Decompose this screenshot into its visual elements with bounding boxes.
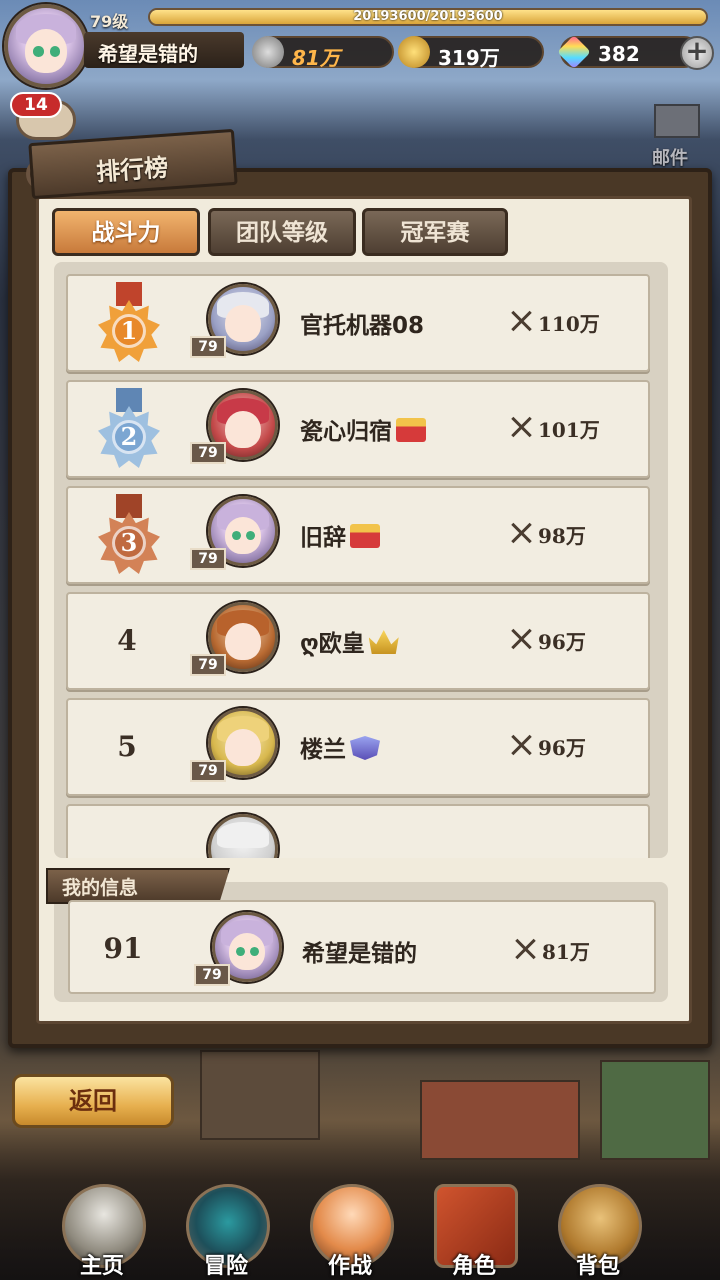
gem-stat: 382 bbox=[557, 35, 700, 69]
power-value: 110万 bbox=[538, 312, 600, 336]
rank-number: 4 bbox=[117, 624, 137, 657]
back-button[interactable]: 返回 bbox=[12, 1074, 174, 1128]
my-rank-number: 91 bbox=[103, 932, 143, 965]
nav-backpack[interactable]: 背包 bbox=[536, 1166, 660, 1280]
mail-button[interactable]: 邮件 bbox=[646, 96, 710, 169]
gold-crown-icon bbox=[368, 630, 399, 654]
gold-coin-icon bbox=[398, 36, 430, 68]
my-name: 希望是错的 bbox=[302, 941, 417, 967]
power-value: 81万 bbox=[292, 46, 340, 70]
nav-home[interactable]: 主页 bbox=[40, 1166, 164, 1280]
gold-stat: 319万 bbox=[398, 36, 544, 70]
purple-crest-icon bbox=[350, 736, 380, 760]
nav-battle[interactable]: 作战 bbox=[288, 1166, 412, 1280]
power-value: 101万 bbox=[538, 418, 600, 442]
crossed-swords-icon bbox=[508, 308, 534, 334]
player-name: ღ欧皇 bbox=[300, 624, 399, 658]
panel-title: 排行榜 bbox=[95, 153, 170, 187]
player-name: 瓷心归宿 bbox=[300, 412, 426, 446]
player-name: 旧辞 bbox=[300, 518, 380, 552]
tab-power[interactable]: 战斗力 bbox=[52, 208, 200, 256]
nav-character[interactable]: 角色 bbox=[412, 1166, 536, 1280]
level-badge: 79 bbox=[190, 336, 226, 358]
exp-bar: 20193600/20193600 bbox=[148, 8, 708, 26]
level-badge: 79 bbox=[190, 548, 226, 570]
bronze-medal-icon: 3 bbox=[94, 494, 164, 580]
ranking-row[interactable]: 4 79 ღ欧皇 96万 bbox=[66, 592, 650, 690]
exp-text: 20193600/20193600 bbox=[353, 9, 503, 24]
crossed-swords-icon bbox=[508, 732, 534, 758]
chat-unread-badge: 14 bbox=[10, 92, 62, 118]
level-badge: 79 bbox=[190, 760, 226, 782]
red-crown-icon bbox=[396, 418, 426, 442]
crossed-swords-icon bbox=[508, 414, 534, 440]
gem-value: 382 bbox=[598, 42, 640, 66]
player-name: 希望是错的 bbox=[98, 42, 198, 66]
tab-team-level[interactable]: 团队等级 bbox=[208, 208, 356, 256]
power-stat: 81万 bbox=[252, 36, 394, 70]
player-name: 官托机器08 bbox=[300, 313, 425, 339]
silver-medal-icon: 2 bbox=[94, 388, 164, 474]
crossed-swords-icon bbox=[512, 936, 538, 962]
rainbow-gem-icon bbox=[557, 35, 591, 69]
ranking-row[interactable]: 2 79 瓷心归宿 101万 bbox=[66, 380, 650, 478]
player-level: 79级 bbox=[90, 12, 129, 31]
crossed-swords-icon bbox=[508, 520, 534, 546]
rank-number: 5 bbox=[117, 730, 137, 763]
power-value: 96万 bbox=[538, 630, 586, 654]
ranking-row-partial[interactable] bbox=[66, 804, 650, 858]
envelope-icon bbox=[654, 104, 700, 138]
my-ranking-row[interactable]: 91 79 希望是错的 81万 bbox=[68, 900, 656, 994]
power-value: 98万 bbox=[538, 524, 586, 548]
bottom-nav: 主页 冒险 作战 角色 背包 bbox=[0, 1166, 720, 1280]
ranking-list[interactable]: 1 79 官托机器08 110万 2 79 瓷心归宿 101万 3 79 旧辞 … bbox=[54, 262, 668, 858]
my-info-label: 我的信息 bbox=[62, 877, 139, 899]
red-crown-icon bbox=[350, 524, 380, 548]
gold-medal-icon: 1 bbox=[94, 282, 164, 368]
level-badge: 79 bbox=[190, 442, 226, 464]
power-value: 96万 bbox=[538, 736, 586, 760]
ranking-row[interactable]: 5 79 楼兰 96万 bbox=[66, 698, 650, 796]
mail-label: 邮件 bbox=[652, 148, 688, 169]
player-avatar[interactable] bbox=[4, 4, 88, 88]
level-badge: 79 bbox=[194, 964, 230, 986]
gold-value: 319万 bbox=[438, 46, 500, 70]
ranking-row[interactable]: 3 79 旧辞 98万 bbox=[66, 486, 650, 584]
avatar bbox=[208, 814, 278, 858]
my-power-value: 81万 bbox=[542, 940, 590, 964]
nav-adventure[interactable]: 冒险 bbox=[164, 1166, 288, 1280]
player-name: 楼兰 bbox=[300, 730, 380, 764]
top-status-bar: 79级 20193600/20193600 希望是错的 81万 319万 382… bbox=[0, 0, 720, 90]
tab-championship[interactable]: 冠军赛 bbox=[362, 208, 508, 256]
crossed-swords-icon bbox=[252, 36, 284, 68]
add-gem-button[interactable]: + bbox=[680, 36, 714, 70]
level-badge: 79 bbox=[190, 654, 226, 676]
crossed-swords-icon bbox=[508, 626, 534, 652]
ranking-row[interactable]: 1 79 官托机器08 110万 bbox=[66, 274, 650, 372]
